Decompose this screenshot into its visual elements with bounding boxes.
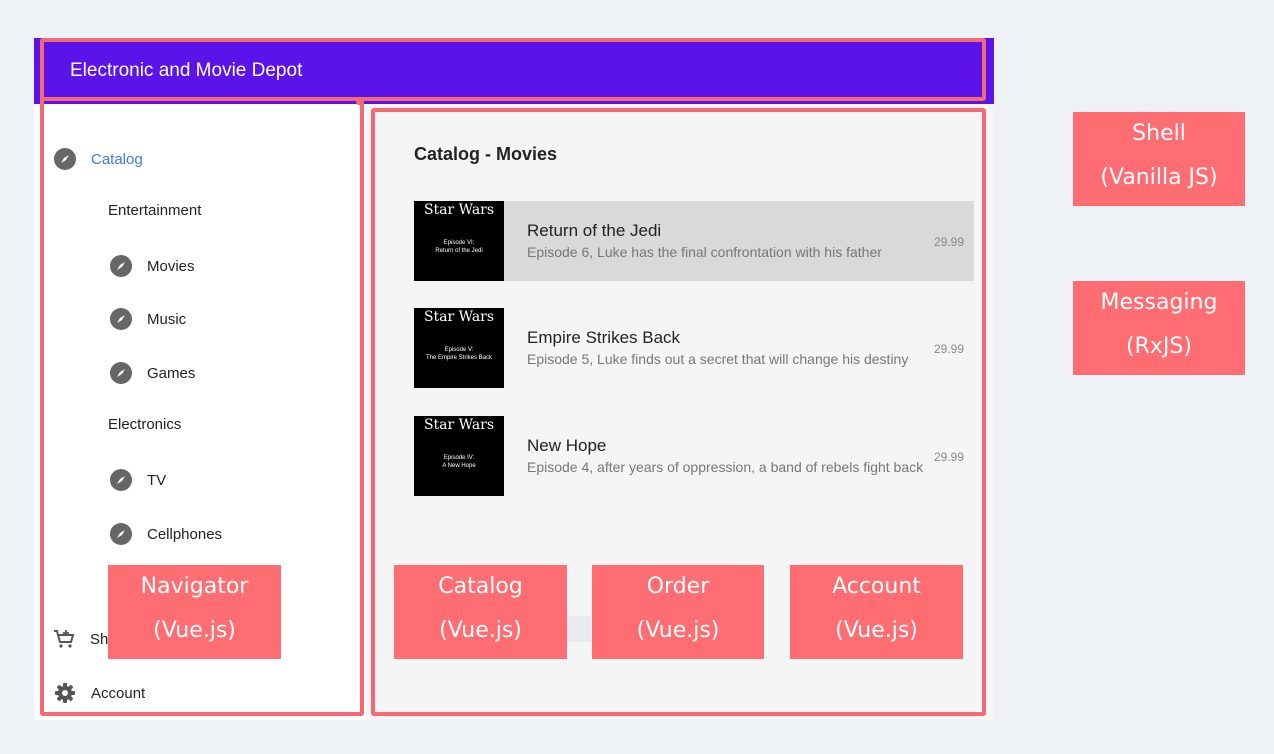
movie-name: Return of the Jedi <box>527 221 662 240</box>
poster-title: Star Wars <box>423 202 495 218</box>
nav-label-cellphones: Cellphones <box>147 525 223 543</box>
nav-label-account: Account <box>91 684 146 702</box>
list-item[interactable]: Star Wars Episode VI: Return of the Jedi… <box>414 201 974 281</box>
movie-price: 29.99 <box>933 342 964 356</box>
nav-item-shopping[interactable]: Sh <box>52 627 108 651</box>
gear-icon <box>54 682 76 704</box>
list-item[interactable]: Star Wars Episode V: The Empire Strikes … <box>414 308 974 388</box>
nav-label-tv: TV <box>147 471 167 489</box>
nav-item-games[interactable]: Games <box>110 362 195 384</box>
movie-text: New Hope Episode 4, after years of oppre… <box>527 416 937 496</box>
annotation-account-line1: Account <box>832 574 921 599</box>
compass-icon <box>110 523 132 545</box>
annotation-catalog-line2: (Vue.js) <box>439 618 522 643</box>
annotation-navigator-line1: Navigator <box>140 574 249 599</box>
nav-item-music[interactable]: Music <box>110 308 186 330</box>
movie-name: New Hope <box>527 436 607 455</box>
poster-subtitle: Episode IV: A New Hope <box>414 454 504 470</box>
nav-item-cellphones[interactable]: Cellphones <box>110 523 222 545</box>
list-item[interactable]: Star Wars Episode IV: A New Hope New Hop… <box>414 416 974 496</box>
annotation-messaging-line1: Messaging <box>1100 290 1218 315</box>
compass-icon <box>54 148 76 170</box>
annotation-shell-line1: Shell <box>1132 121 1186 146</box>
poster-episode: Episode V: <box>444 347 474 353</box>
movie-poster: Star Wars Episode IV: A New Hope <box>414 416 504 496</box>
compass-icon <box>110 362 132 384</box>
nav-header-electronics: Electronics <box>108 416 182 433</box>
movie-poster: Star Wars Episode V: The Empire Strikes … <box>414 308 504 388</box>
movie-description: Episode 5, Luke finds out a secret that … <box>527 351 909 367</box>
annotation-order-line2: (Vue.js) <box>636 618 720 643</box>
nav-label-games: Games <box>147 364 196 382</box>
annotation-shell: Shell (Vanilla JS) <box>1073 112 1245 206</box>
movie-text: Return of the Jedi Episode 6, Luke has t… <box>527 201 937 281</box>
poster-subtitle: Episode V: The Empire Strikes Back <box>414 346 504 362</box>
movie-price: 29.99 <box>933 235 964 249</box>
annotation-navigator-line2: (Vue.js) <box>153 618 236 643</box>
poster-subtitle: Episode VI: Return of the Jedi <box>414 239 504 255</box>
compass-icon <box>110 469 132 491</box>
poster-title: Star Wars <box>423 309 495 325</box>
annotation-catalog: Catalog (Vue.js) <box>394 565 567 659</box>
nav-label-catalog: Catalog <box>91 150 143 168</box>
nav-label-shopping: Sh <box>90 630 109 648</box>
annotation-order-line1: Order <box>646 574 710 599</box>
movie-price: 29.99 <box>933 450 964 464</box>
annotation-navigator: Navigator (Vue.js) <box>108 565 281 659</box>
movie-poster: Star Wars Episode VI: Return of the Jedi <box>414 201 504 281</box>
poster-episode-title: Return of the Jedi <box>435 248 483 254</box>
poster-episode: Episode IV: <box>443 455 475 461</box>
annotation-catalog-line1: Catalog <box>438 574 523 599</box>
poster-episode: Episode VI: <box>443 240 475 246</box>
annotation-messaging: Messaging (RxJS) <box>1073 281 1245 375</box>
annotation-order: Order (Vue.js) <box>592 565 764 659</box>
poster-episode-title: The Empire Strikes Back <box>425 355 493 361</box>
app-title: Electronic and Movie Depot <box>70 60 303 81</box>
poster-title: Star Wars <box>423 417 495 433</box>
movie-description: Episode 6, Luke has the final confrontat… <box>527 244 882 260</box>
nav-item-tv[interactable]: TV <box>110 469 166 491</box>
nav-label-music: Music <box>147 310 187 328</box>
nav-label-movies: Movies <box>147 257 195 275</box>
poster-episode-title: A New Hope <box>442 463 476 469</box>
page-title: Catalog - Movies <box>414 144 558 164</box>
cart-icon <box>52 627 76 651</box>
annotation-messaging-line2: (RxJS) <box>1126 334 1192 359</box>
nav-item-catalog[interactable]: Catalog <box>54 148 143 170</box>
app-bar: Electronic and Movie Depot <box>34 38 994 104</box>
nav-item-account[interactable]: Account <box>54 682 145 704</box>
movie-name: Empire Strikes Back <box>527 328 681 347</box>
movie-description: Episode 4, after years of oppression, a … <box>527 459 924 475</box>
annotation-account: Account (Vue.js) <box>790 565 963 659</box>
annotation-account-line2: (Vue.js) <box>835 618 918 643</box>
compass-icon <box>110 255 132 277</box>
movie-text: Empire Strikes Back Episode 5, Luke find… <box>527 308 937 388</box>
annotation-shell-line2: (Vanilla JS) <box>1100 165 1218 190</box>
nav-item-movies[interactable]: Movies <box>110 255 195 277</box>
compass-icon <box>110 308 132 330</box>
nav-header-entertainment: Entertainment <box>108 202 202 219</box>
